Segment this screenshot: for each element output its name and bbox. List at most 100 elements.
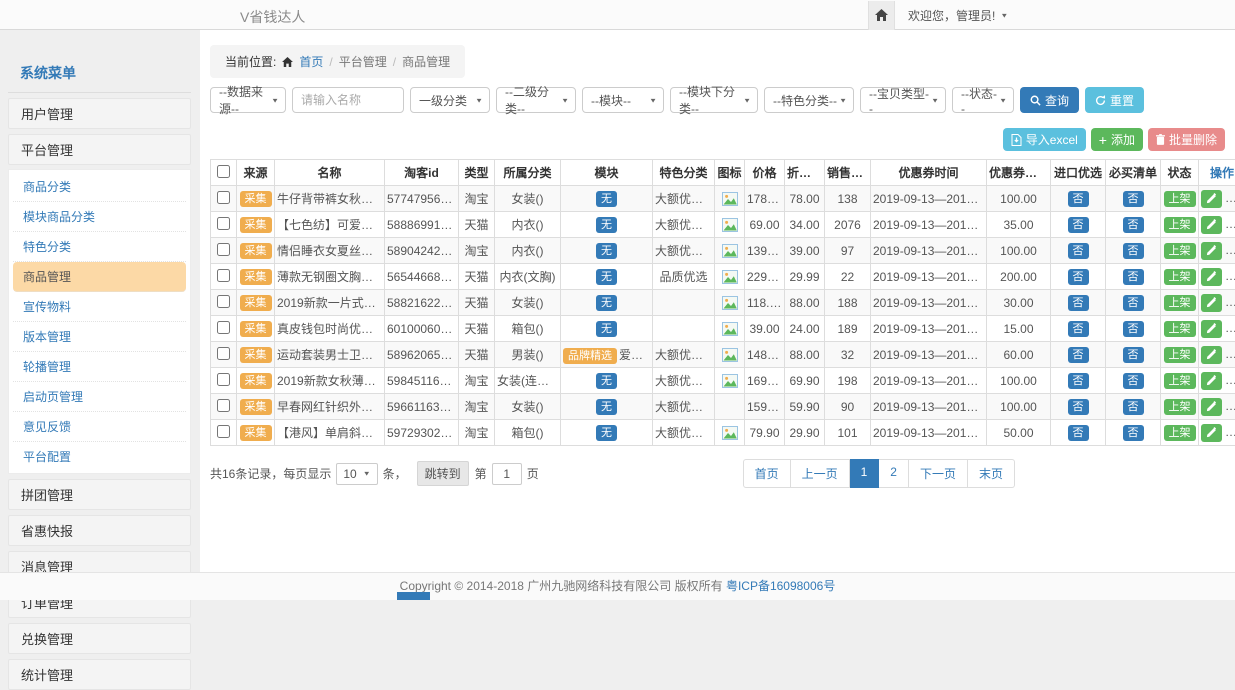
must-buy-badge[interactable]: 否 [1123, 373, 1144, 389]
select-all-checkbox[interactable] [217, 165, 230, 178]
row-checkbox[interactable] [217, 295, 230, 308]
status-badge[interactable]: 上架 [1164, 269, 1196, 285]
sidebar-group[interactable]: 省惠快报 [8, 515, 191, 546]
must-buy-badge[interactable]: 否 [1123, 425, 1144, 441]
edit-button[interactable] [1201, 242, 1222, 260]
page-size-select[interactable]: 10 ▼ [336, 463, 377, 485]
import-pick-cell: 否 [1051, 264, 1106, 290]
import-pick-badge[interactable]: 否 [1068, 347, 1089, 363]
filter-select[interactable]: 一级分类▼ [410, 87, 490, 113]
sidebar-item[interactable]: 商品分类 [13, 172, 186, 202]
add-button[interactable]: + 添加 [1091, 128, 1143, 151]
edit-button[interactable] [1201, 294, 1222, 312]
caret-down-icon: ▼ [839, 96, 847, 103]
page-button[interactable]: 2 [879, 459, 909, 488]
status-badge[interactable]: 上架 [1164, 243, 1196, 259]
must-buy-badge[interactable]: 否 [1123, 295, 1144, 311]
must-buy-badge[interactable]: 否 [1123, 191, 1144, 207]
sidebar-item[interactable]: 版本管理 [13, 322, 186, 352]
sidebar-item[interactable]: 轮播管理 [13, 352, 186, 382]
source-cell: 采集 [237, 186, 275, 212]
import-pick-badge[interactable]: 否 [1068, 321, 1089, 337]
import-pick-badge[interactable]: 否 [1068, 191, 1089, 207]
sidebar-group[interactable]: 统计管理 [8, 659, 191, 690]
sidebar-item[interactable]: 宣传物料 [13, 292, 186, 322]
must-buy-badge[interactable]: 否 [1123, 321, 1144, 337]
row-checkbox[interactable] [217, 425, 230, 438]
import-pick-badge[interactable]: 否 [1068, 243, 1089, 259]
sidebar-group[interactable]: 兑换管理 [8, 623, 191, 654]
sidebar-group[interactable]: 拼团管理 [8, 479, 191, 510]
page-button[interactable]: 末页 [968, 459, 1015, 488]
batch-delete-button[interactable]: 批量删除 [1148, 128, 1225, 151]
import-pick-badge[interactable]: 否 [1068, 399, 1089, 415]
edit-button[interactable] [1201, 346, 1222, 364]
import-excel-button[interactable]: 导入excel [1003, 128, 1086, 151]
import-pick-badge[interactable]: 否 [1068, 425, 1089, 441]
status-badge[interactable]: 上架 [1164, 425, 1196, 441]
sidebar-item[interactable]: 特色分类 [13, 232, 186, 262]
page-button[interactable]: 下一页 [909, 459, 968, 488]
import-pick-badge[interactable]: 否 [1068, 373, 1089, 389]
filter-select[interactable]: --宝贝类型--▼ [860, 87, 946, 113]
row-checkbox[interactable] [217, 191, 230, 204]
jump-prefix: 第 [475, 465, 487, 482]
row-checkbox[interactable] [217, 243, 230, 256]
sidebar-item[interactable]: 平台配置 [13, 442, 186, 471]
column-header: 所属分类 [495, 160, 561, 186]
edit-button[interactable] [1201, 372, 1222, 390]
page-button[interactable]: 首页 [743, 459, 791, 488]
row-checkbox[interactable] [217, 217, 230, 230]
must-buy-badge[interactable]: 否 [1123, 243, 1144, 259]
status-badge[interactable]: 上架 [1164, 191, 1196, 207]
filter-select[interactable]: --特色分类--▼ [764, 87, 854, 113]
must-buy-badge[interactable]: 否 [1123, 269, 1144, 285]
status-badge[interactable]: 上架 [1164, 217, 1196, 233]
row-checkbox[interactable] [217, 321, 230, 334]
row-checkbox[interactable] [217, 399, 230, 412]
import-pick-badge[interactable]: 否 [1068, 217, 1089, 233]
breadcrumb-home-link[interactable]: 首页 [299, 53, 323, 70]
edit-button[interactable] [1201, 268, 1222, 286]
reset-button[interactable]: 重置 [1085, 87, 1144, 113]
filter-select[interactable]: --模块--▼ [582, 87, 664, 113]
status-badge[interactable]: 上架 [1164, 373, 1196, 389]
icon-cell [715, 264, 745, 290]
status-badge[interactable]: 上架 [1164, 295, 1196, 311]
sidebar-item[interactable]: 商品管理 [13, 262, 186, 292]
filter-select[interactable]: --二级分类--▼ [496, 87, 576, 113]
user-menu[interactable]: 欢迎您，管理员! ▼ [908, 7, 1008, 24]
sidebar-item[interactable]: 模块商品分类 [13, 202, 186, 232]
query-button[interactable]: 查询 [1020, 87, 1079, 113]
edit-button[interactable] [1201, 190, 1222, 208]
jump-page-input[interactable] [492, 463, 522, 485]
sidebar-group[interactable]: 平台管理 [8, 134, 191, 165]
filter-select[interactable]: --状态--▼ [952, 87, 1014, 113]
sidebar-group[interactable]: 用户管理 [8, 98, 191, 129]
row-checkbox[interactable] [217, 373, 230, 386]
jump-button[interactable]: 跳转到 [417, 461, 469, 486]
name-search-input[interactable] [292, 87, 404, 113]
status-badge[interactable]: 上架 [1164, 399, 1196, 415]
status-badge[interactable]: 上架 [1164, 321, 1196, 337]
edit-button[interactable] [1201, 216, 1222, 234]
edit-button[interactable] [1201, 424, 1222, 442]
home-button[interactable] [868, 1, 895, 30]
page-button[interactable]: 1 [850, 459, 880, 488]
must-buy-badge[interactable]: 否 [1123, 399, 1144, 415]
status-badge[interactable]: 上架 [1164, 347, 1196, 363]
row-checkbox[interactable] [217, 347, 230, 360]
must-buy-badge[interactable]: 否 [1123, 347, 1144, 363]
filter-select[interactable]: --模块下分类--▼ [670, 87, 758, 113]
icp-link[interactable]: 粤ICP备16098006号 [726, 579, 835, 593]
edit-button[interactable] [1201, 320, 1222, 338]
page-button[interactable]: 上一页 [791, 459, 850, 488]
sidebar-item[interactable]: 启动页管理 [13, 382, 186, 412]
edit-button[interactable] [1201, 398, 1222, 416]
import-pick-badge[interactable]: 否 [1068, 295, 1089, 311]
filter-select[interactable]: --数据来源--▼ [210, 87, 286, 113]
import-pick-badge[interactable]: 否 [1068, 269, 1089, 285]
must-buy-badge[interactable]: 否 [1123, 217, 1144, 233]
sidebar-item[interactable]: 意见反馈 [13, 412, 186, 442]
row-checkbox[interactable] [217, 269, 230, 282]
